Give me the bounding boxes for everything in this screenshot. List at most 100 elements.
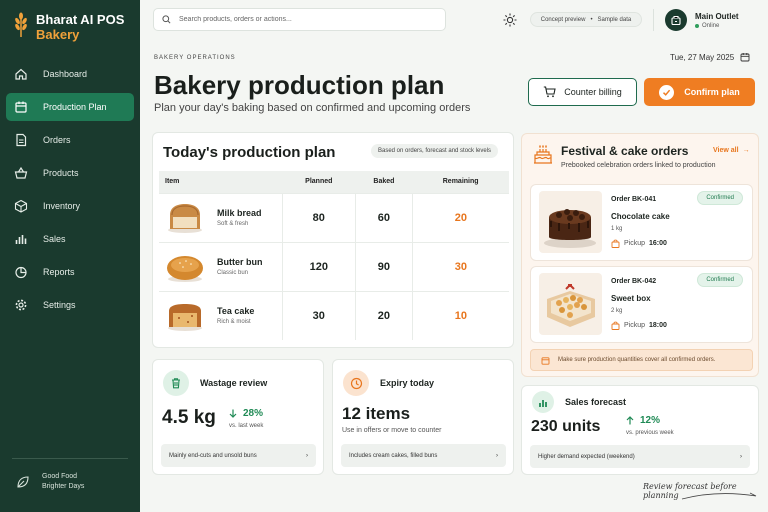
- document-icon: [14, 133, 28, 147]
- forecast-delta: 12%: [626, 415, 660, 426]
- forecast-value: 230 units: [531, 418, 601, 435]
- sidebar-item-label: Production Plan: [43, 102, 107, 112]
- order-card[interactable]: Order BK-041 Chocolate cake 1 kg Pickup 1…: [530, 184, 753, 261]
- order-card[interactable]: Order BK-042 Sweet box 2 kg Pickup 18:00 …: [530, 266, 753, 343]
- column-header: Item: [159, 171, 282, 193]
- plan-basis-tag: Based on orders, forecast and stock leve…: [371, 144, 499, 158]
- cart-icon: [544, 86, 556, 98]
- sidebar-item-production-plan[interactable]: Production Plan: [6, 93, 134, 121]
- planned-cell: 80: [281, 192, 356, 242]
- wastage-value: 4.5 kg: [162, 407, 216, 428]
- forecast-title: Sales forecast: [565, 397, 627, 407]
- sidebar-item-inventory[interactable]: Inventory: [6, 192, 134, 220]
- pill-right: Sample data: [597, 16, 632, 23]
- forecast-delta-sub: vs. previous week: [626, 430, 674, 436]
- gear-icon: [14, 298, 28, 312]
- bar-chart-icon: [532, 391, 554, 413]
- chocolate-cake-image: [539, 191, 602, 253]
- baked-cell: 20: [355, 290, 413, 340]
- brand-name: Bharat AI POS: [36, 12, 125, 27]
- status-dot: [695, 23, 699, 28]
- leaf-icon: [17, 476, 29, 488]
- festival-orders-card: Festival & cake orders View all → Prebook…: [521, 133, 759, 377]
- sun-icon[interactable]: [503, 13, 517, 27]
- sales-forecast-card: Sales forecast 230 units 12% vs. previou…: [521, 385, 759, 475]
- sidebar-item-reports[interactable]: Reports: [6, 258, 134, 286]
- sidebar-item-label: Reports: [43, 267, 75, 277]
- confirm-plan-label: Confirm plan: [684, 87, 740, 97]
- order-name: Chocolate cake: [611, 212, 670, 221]
- planned-cell: 30: [281, 290, 356, 340]
- forecast-header: Sales forecast: [532, 391, 626, 413]
- sidebar-item-label: Dashboard: [43, 69, 88, 79]
- sidebar-item-orders[interactable]: Orders: [6, 126, 134, 154]
- chevron-right-icon: ›: [496, 452, 498, 459]
- coverage-warning: Make sure production quantities cover al…: [530, 349, 753, 371]
- topbar-divider: [653, 9, 654, 31]
- outlet-selector[interactable]: Main Outlet Online: [665, 9, 739, 31]
- sidebar-item-label: Settings: [43, 300, 76, 310]
- pickup-time: 16:00: [649, 240, 667, 247]
- bag-icon: [611, 321, 620, 330]
- sidebar-item-settings[interactable]: Settings: [6, 291, 134, 319]
- view-all-link[interactable]: View all →: [713, 147, 750, 154]
- wastage-delta-value: 28%: [243, 408, 264, 419]
- sidebar-item-sales[interactable]: Sales: [6, 225, 134, 253]
- view-all-label: View all: [713, 147, 739, 154]
- arrow-right-icon: →: [742, 147, 750, 154]
- expiry-note[interactable]: Includes cream cakes, filled buns ›: [341, 444, 506, 467]
- item-desc: Classic bun: [217, 270, 249, 276]
- milk-bread-image: [168, 203, 202, 233]
- status-badge: Confirmed: [697, 273, 743, 287]
- sidebar-divider: [12, 458, 128, 459]
- clock-icon: [343, 370, 369, 396]
- box-icon: [14, 199, 28, 213]
- table-row[interactable]: Tea cake Rich & moist 30 20 10: [159, 290, 509, 340]
- table-row[interactable]: Milk bread Soft & fresh 80 60 20: [159, 192, 509, 242]
- order-id: Order BK-042: [611, 278, 657, 285]
- warning-text: Make sure production quantities cover al…: [558, 357, 716, 363]
- remaining-cell: 10: [411, 290, 509, 340]
- swoosh-decoration: [681, 492, 757, 500]
- wastage-note-text: Mainly end-cuts and unsold buns: [169, 452, 257, 459]
- arrow-down-icon: [229, 409, 237, 418]
- column-header: Remaining: [412, 171, 509, 193]
- concept-preview-pill: Concept preview • Sample data: [530, 12, 642, 27]
- search-bar[interactable]: [153, 8, 446, 31]
- sidebar-item-products[interactable]: Products: [6, 159, 134, 187]
- sidebar-nav: Dashboard Production Plan Orders Product…: [6, 60, 134, 324]
- sidebar-footer: Good Food Brighter Days: [16, 472, 84, 492]
- date-label: Tue, 27 May 2025: [670, 52, 735, 62]
- expiry-value: 12 items: [342, 404, 411, 423]
- bar-chart-icon: [14, 232, 28, 246]
- order-id: Order BK-041: [611, 196, 657, 203]
- confirm-plan-button[interactable]: Confirm plan: [644, 78, 755, 106]
- festival-title: Festival & cake orders: [561, 144, 689, 158]
- chevron-right-icon: ›: [740, 453, 742, 460]
- forecast-note[interactable]: Higher demand expected (weekend) ›: [530, 445, 750, 468]
- calendar-warning-icon: [541, 356, 550, 365]
- store-icon: [665, 9, 687, 31]
- sidebar: Bharat AI POS Bakery Dashboard Productio…: [0, 0, 140, 512]
- wastage-note[interactable]: Mainly end-cuts and unsold buns ›: [161, 444, 316, 467]
- table-header: Item Planned Baked Remaining: [159, 171, 509, 193]
- expiry-today-card: Expiry today 12 items Use in offers or m…: [332, 359, 514, 475]
- column-header: Baked: [355, 171, 413, 193]
- table-row[interactable]: Butter bun Classic bun 120 90 30: [159, 241, 509, 291]
- search-input[interactable]: [179, 16, 429, 23]
- wheat-icon: [15, 12, 27, 37]
- date-display[interactable]: Tue, 27 May 2025: [670, 52, 750, 62]
- counter-billing-button[interactable]: Counter billing: [528, 78, 637, 106]
- expiry-note-text: Includes cream cakes, filled buns: [349, 452, 438, 459]
- sidebar-item-dashboard[interactable]: Dashboard: [6, 60, 134, 88]
- arrow-up-icon: [626, 416, 634, 425]
- cake-icon: [534, 145, 552, 164]
- status-label: Online: [702, 22, 720, 29]
- footer-line-2: Brighter Days: [42, 483, 85, 490]
- order-qty: 1 kg: [611, 226, 623, 232]
- festival-subtitle: Prebooked celebration orders linked to p…: [561, 162, 716, 169]
- forecast-note-text: Higher demand expected (weekend): [538, 453, 635, 460]
- calendar-icon: [740, 53, 750, 62]
- butter-bun-image: [167, 255, 203, 282]
- brand[interactable]: Bharat AI POS Bakery: [12, 12, 124, 42]
